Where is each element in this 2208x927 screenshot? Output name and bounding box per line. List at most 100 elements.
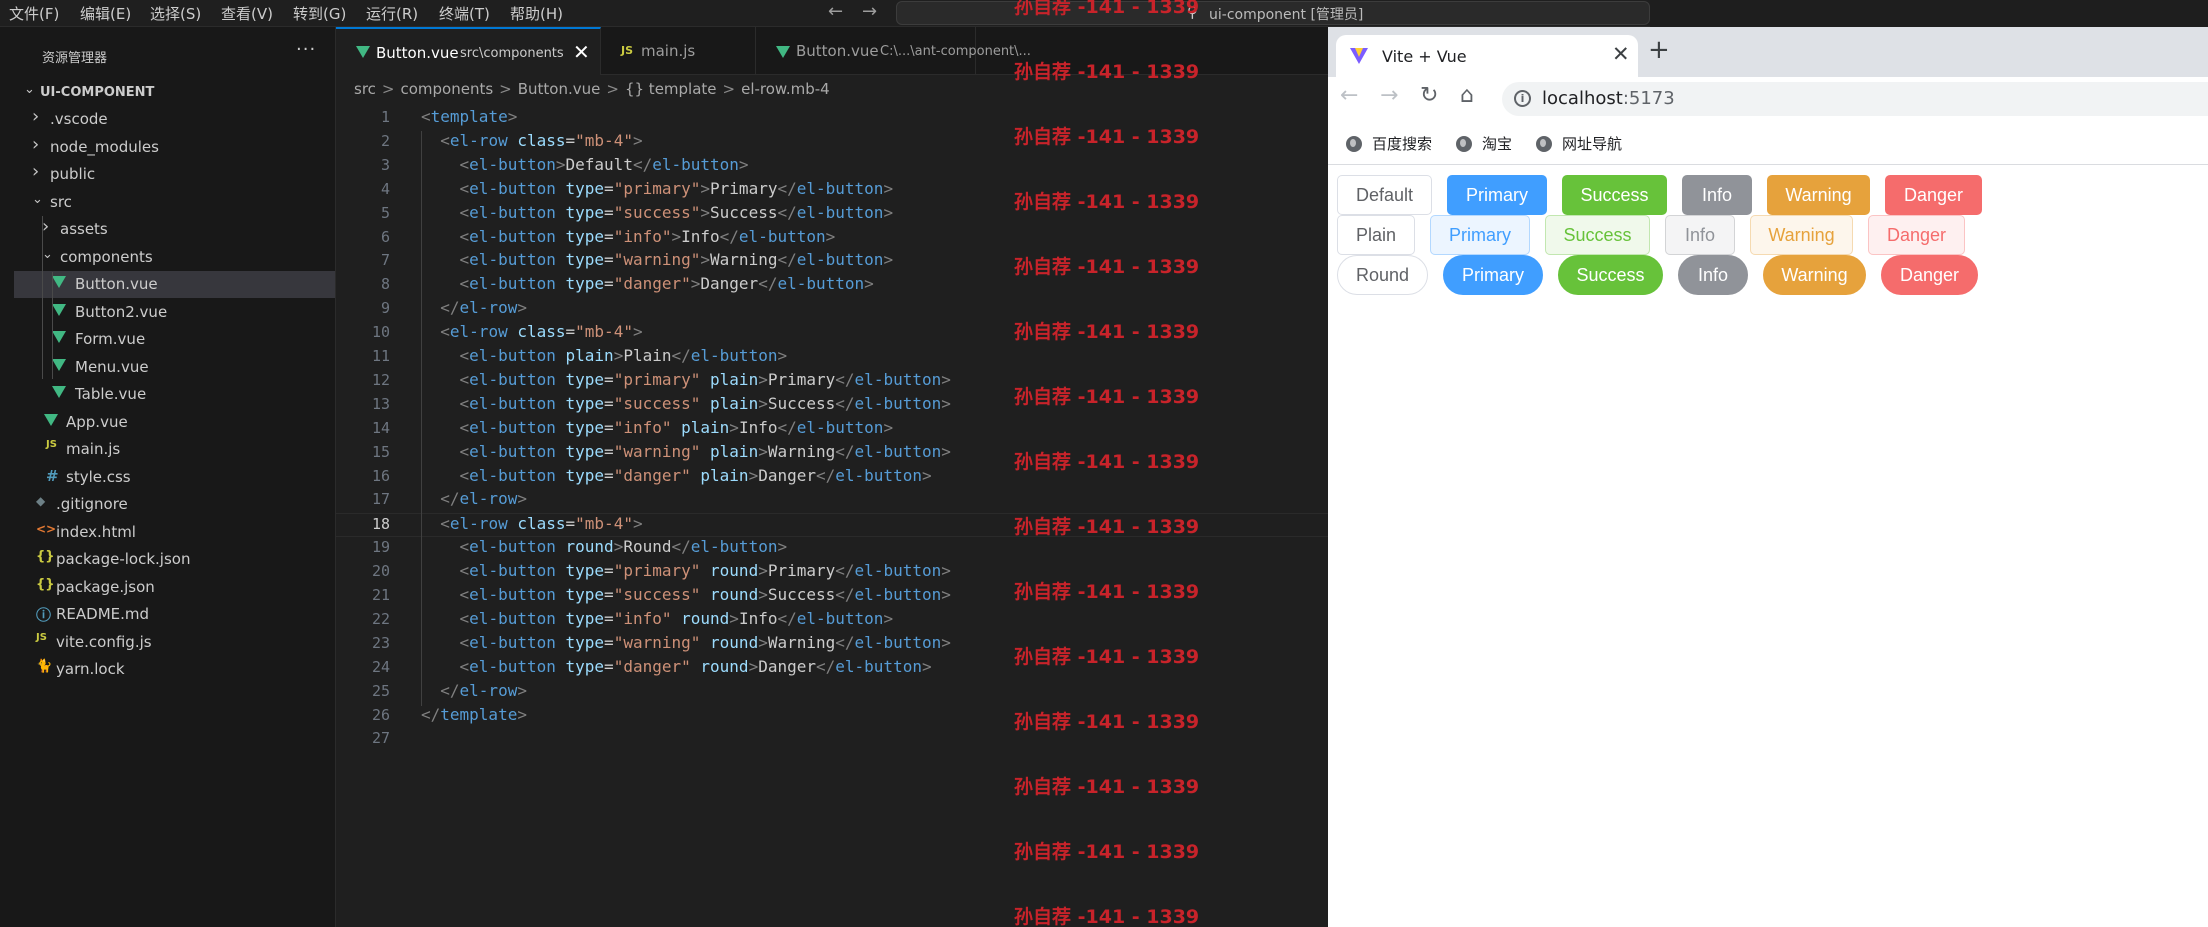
warning-round-button[interactable]: Warning bbox=[1763, 255, 1866, 295]
code-token: > bbox=[700, 250, 711, 270]
breadcrumb-item[interactable]: components bbox=[400, 80, 493, 98]
chevron-right-icon: › bbox=[32, 161, 40, 182]
code-token: type bbox=[565, 250, 605, 270]
close-icon[interactable]: ✕ bbox=[573, 40, 590, 64]
tree-item[interactable]: ◆ .gitignore bbox=[14, 491, 335, 518]
reload-icon[interactable]: ↻ bbox=[1420, 83, 1438, 108]
danger-solid-button[interactable]: Danger bbox=[1885, 175, 1982, 215]
code-token: > bbox=[517, 298, 527, 318]
tree-item[interactable]: Form.vue bbox=[14, 326, 335, 353]
new-tab-icon[interactable]: + bbox=[1648, 35, 1670, 65]
breadcrumb[interactable]: src > components > Button.vue > {} template > el… bbox=[354, 80, 836, 102]
menu-go[interactable]: 转到(G) bbox=[293, 3, 346, 24]
browser-forward-icon[interactable]: → bbox=[1380, 83, 1398, 108]
tree-item[interactable]: 🐈 yarn.lock bbox=[14, 656, 335, 683]
browser-tab[interactable]: Vite + Vue ✕ bbox=[1336, 35, 1638, 77]
warning-plain-button[interactable]: Warning bbox=[1750, 215, 1853, 255]
tree-item[interactable]: Menu.vue bbox=[14, 354, 335, 381]
danger-round-button[interactable]: Danger bbox=[1881, 255, 1978, 295]
code-line[interactable]: 19 <el-button round>Round</el-button> bbox=[336, 537, 1328, 561]
tree-item[interactable]: › node_modules bbox=[14, 134, 335, 161]
breadcrumb-item[interactable]: Button.vue bbox=[518, 80, 601, 98]
code-line[interactable]: 11 <el-button plain>Plain</el-button> bbox=[336, 346, 1328, 370]
tree-item[interactable]: › assets bbox=[14, 216, 335, 243]
tree-item[interactable]: ⌄ components bbox=[14, 244, 335, 271]
warning-solid-button[interactable]: Warning bbox=[1767, 175, 1870, 215]
bookmark-nav[interactable]: 网址导航 bbox=[1536, 133, 1622, 154]
editor-tab[interactable]: Button.vue src\components ✕ bbox=[336, 27, 601, 75]
more-actions-icon[interactable]: ··· bbox=[296, 39, 316, 60]
menu-file[interactable]: 文件(F) bbox=[9, 3, 59, 24]
breadcrumb-item[interactable]: el-row.mb-4 bbox=[741, 80, 830, 98]
code-line[interactable]: 3 <el-button>Default</el-button> bbox=[336, 155, 1328, 179]
success-plain-button[interactable]: Success bbox=[1545, 215, 1650, 255]
info-solid-button[interactable]: Info bbox=[1682, 175, 1752, 215]
code-token: > bbox=[883, 608, 894, 628]
bookmark-baidu[interactable]: 百度搜索 bbox=[1346, 133, 1432, 154]
default-plain-button[interactable]: Plain bbox=[1337, 215, 1415, 255]
tree-item[interactable]: › .vscode bbox=[14, 106, 335, 133]
code-token: el-button bbox=[738, 226, 826, 246]
code-token: = bbox=[565, 322, 576, 342]
browser-back-icon[interactable]: ← bbox=[1340, 83, 1358, 108]
code-token: < bbox=[459, 608, 470, 628]
menu-terminal[interactable]: 终端(T) bbox=[439, 3, 490, 24]
danger-plain-button[interactable]: Danger bbox=[1868, 215, 1965, 255]
editor-tab[interactable]: JS main.js bbox=[601, 27, 756, 75]
default-solid-button[interactable]: Default bbox=[1337, 175, 1432, 215]
info-round-button[interactable]: Info bbox=[1678, 255, 1748, 295]
md-file-icon: ⓘ bbox=[36, 606, 52, 624]
tree-item[interactable]: # style.css bbox=[14, 464, 335, 491]
bookmark-taobao[interactable]: 淘宝 bbox=[1456, 133, 1512, 154]
forward-arrow-icon[interactable]: → bbox=[862, 1, 877, 22]
breadcrumb-item[interactable]: src bbox=[354, 80, 376, 98]
tree-item-label: Menu.vue bbox=[75, 357, 149, 376]
tree-item[interactable]: JS vite.config.js bbox=[14, 629, 335, 656]
code-line[interactable]: 14 <el-button type="info" plain>Info</el… bbox=[336, 418, 1328, 442]
code-token: </ bbox=[835, 585, 855, 604]
tree-item[interactable]: Button2.vue bbox=[14, 299, 335, 326]
default-round-button[interactable]: Round bbox=[1337, 255, 1428, 295]
tree-item[interactable]: Button.vue bbox=[14, 271, 335, 298]
command-center[interactable]: ⚲ ui-component [管理员] bbox=[896, 1, 1650, 25]
line-number: 3 bbox=[380, 155, 390, 174]
menu-help[interactable]: 帮助(H) bbox=[510, 3, 563, 24]
success-solid-button[interactable]: Success bbox=[1562, 175, 1667, 215]
tree-item[interactable]: › public bbox=[14, 161, 335, 188]
primary-solid-button[interactable]: Primary bbox=[1447, 175, 1547, 215]
menu-run[interactable]: 运行(R) bbox=[366, 3, 418, 24]
tree-item[interactable]: App.vue bbox=[14, 409, 335, 436]
tree-item[interactable]: {} package.json bbox=[14, 574, 335, 601]
editor-tab[interactable]: Button.vue C:\...\ant-component\... bbox=[756, 27, 1031, 75]
primary-round-button[interactable]: Primary bbox=[1443, 255, 1543, 295]
tree-item[interactable]: JS main.js bbox=[14, 436, 335, 463]
code-token: = bbox=[604, 369, 614, 389]
tree-item[interactable]: Table.vue bbox=[14, 381, 335, 408]
tree-item[interactable]: {} package-lock.json bbox=[14, 546, 335, 573]
code-line[interactable]: 25 </el-row> bbox=[336, 681, 1328, 705]
tree-item[interactable]: ⓘ README.md bbox=[14, 601, 335, 628]
address-bar[interactable]: i localhost:5173 bbox=[1502, 82, 2208, 116]
breadcrumb-item[interactable]: {} template bbox=[625, 80, 717, 98]
vue-file-icon bbox=[776, 44, 790, 62]
menu-bar: 文件(F) 编辑(E) 选择(S) 查看(V) 转到(G) 运行(R) 终端(T… bbox=[0, 0, 1650, 27]
menu-edit[interactable]: 编辑(E) bbox=[80, 3, 131, 24]
site-info-icon[interactable]: i bbox=[1514, 90, 1531, 107]
menu-selection[interactable]: 选择(S) bbox=[150, 3, 201, 24]
code-line[interactable]: 6 <el-button type="info">Info</el-button… bbox=[336, 227, 1328, 251]
close-tab-icon[interactable]: ✕ bbox=[1612, 42, 1630, 66]
tree-item[interactable]: ⌄ src bbox=[14, 189, 335, 216]
code-line[interactable]: 17 </el-row> bbox=[336, 489, 1328, 513]
success-round-button[interactable]: Success bbox=[1558, 255, 1663, 295]
tree-item[interactable]: <> index.html bbox=[14, 519, 335, 546]
code-line[interactable]: 22 <el-button type="info" round>Info</el… bbox=[336, 609, 1328, 633]
explorer-root-folder[interactable]: ⌄ UI-COMPONENT bbox=[14, 79, 335, 106]
primary-plain-button[interactable]: Primary bbox=[1430, 215, 1530, 255]
home-icon[interactable]: ⌂ bbox=[1460, 83, 1474, 108]
back-arrow-icon[interactable]: ← bbox=[828, 1, 843, 22]
info-plain-button[interactable]: Info bbox=[1665, 215, 1735, 255]
menu-view[interactable]: 查看(V) bbox=[221, 3, 273, 24]
